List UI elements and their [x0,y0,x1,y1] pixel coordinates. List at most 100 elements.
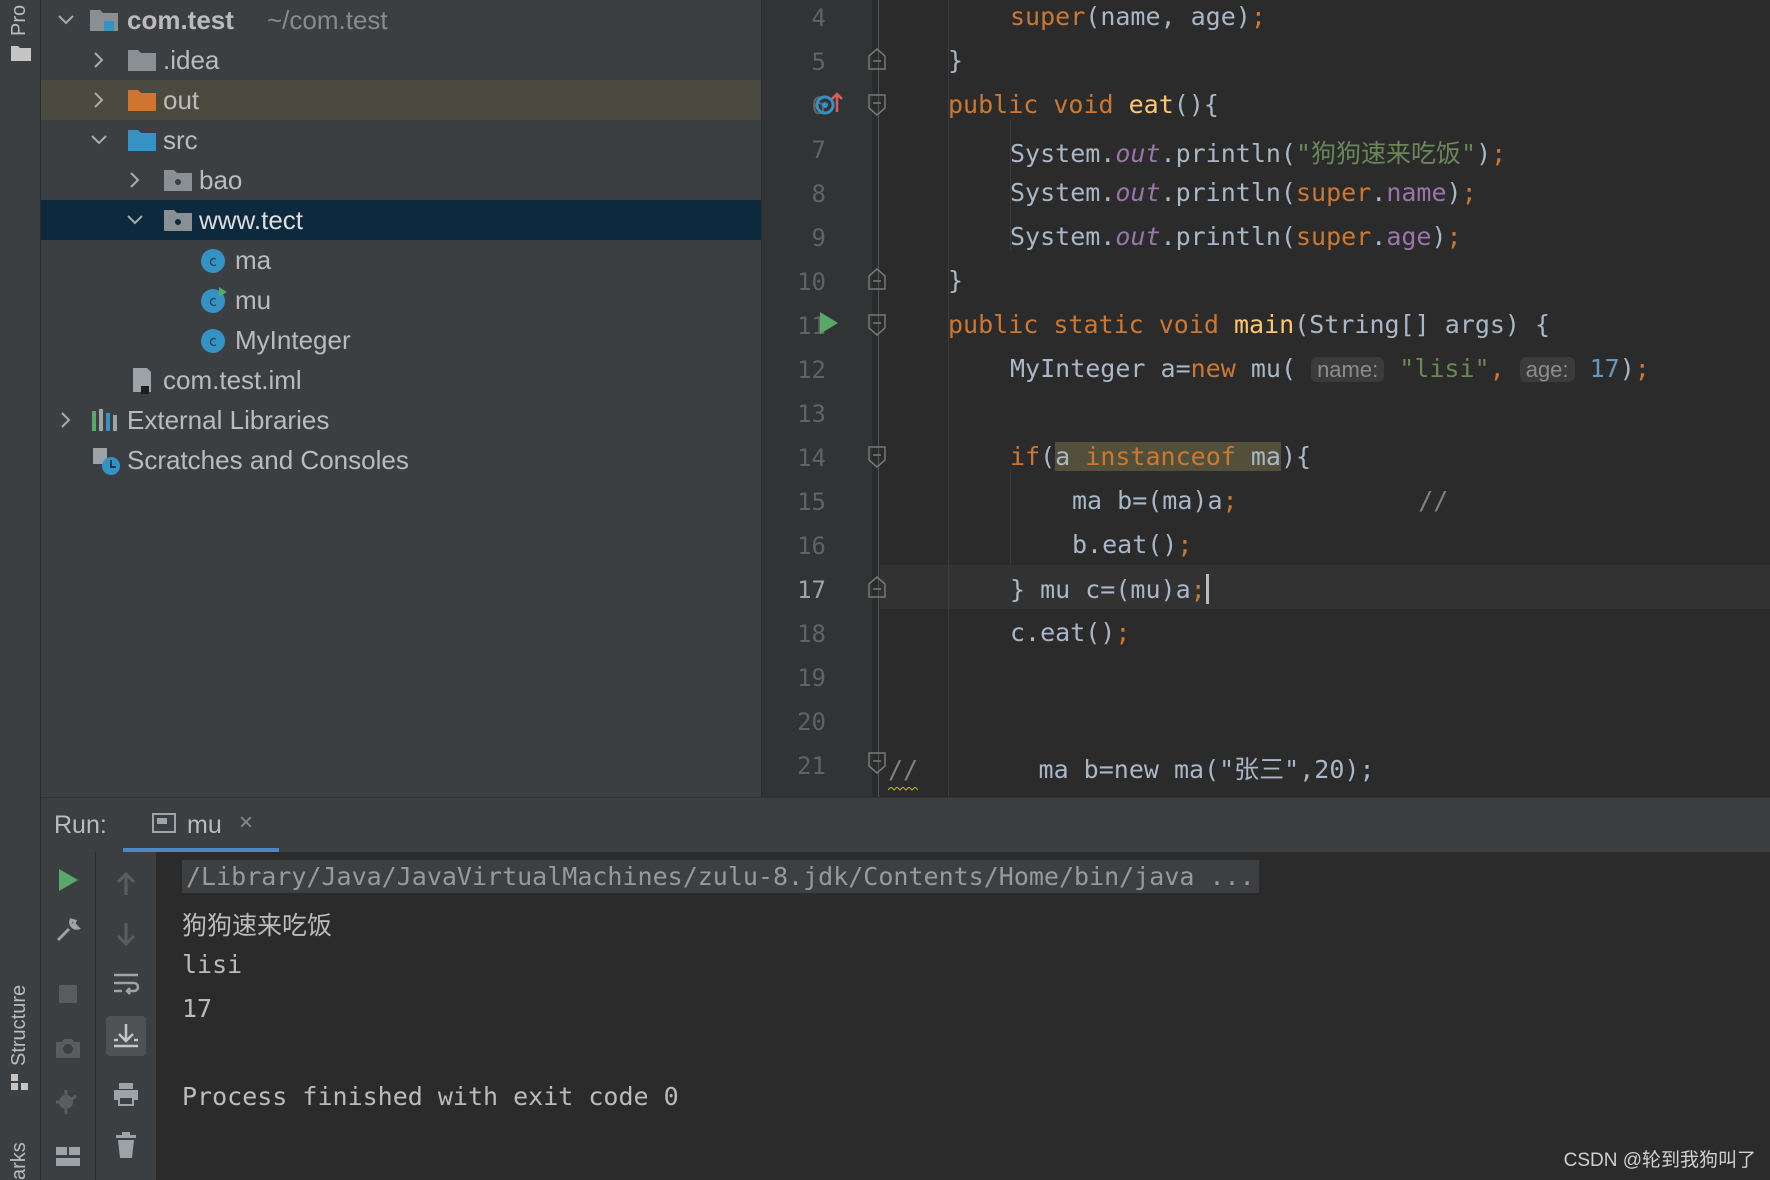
run-main-icon[interactable] [818,310,840,341]
code-line-4: super(name, age); [1010,2,1266,31]
tree-row-external-libraries[interactable]: External Libraries [41,400,761,440]
arrow-down-icon[interactable] [106,914,146,954]
line-number: 18 [797,620,826,648]
chevron-down-icon[interactable] [89,130,109,150]
run-label: Run: [54,811,107,839]
chevron-down-icon[interactable] [56,10,76,30]
line-number: 10 [797,268,826,296]
line-number: 9 [811,224,826,252]
run-tab-title: mu [187,811,222,839]
gutter-separator [878,0,879,797]
chevron-right-icon[interactable] [56,410,76,430]
structure-icon[interactable] [11,1074,31,1097]
folder-icon[interactable] [10,44,32,67]
wrench-icon[interactable] [48,910,88,950]
indent-guide [948,0,949,797]
tree-row-idea[interactable]: .idea [41,40,761,80]
override-method-icon[interactable] [814,90,844,125]
fold-marker-icon[interactable] [868,314,886,336]
tree-row-bao[interactable]: bao [41,160,761,200]
tree-label: mu [235,284,272,315]
tree-row-www-tect[interactable]: www.tect [41,200,761,240]
fold-marker-icon[interactable] [868,94,886,116]
stop-icon[interactable] [48,974,88,1014]
run-toolbar-primary [41,852,95,1180]
tree-label: MyInteger [235,324,351,355]
tree-row-myinteger[interactable]: c MyInteger [41,320,761,360]
line-number: 4 [811,4,826,32]
code-line-18: c.eat(); [1010,618,1131,647]
java-class-icon: c [199,327,229,353]
soft-wrap-icon[interactable] [106,964,146,1004]
line-number: 15 [797,488,826,516]
fold-marker-icon[interactable] [868,576,886,598]
chevron-down-icon[interactable] [125,210,145,230]
tree-row-iml[interactable]: com.test.iml [41,360,761,400]
code-line-12: MyInteger a=new mu( name: "lisi", age: 1… [1010,354,1650,383]
code-line-11: public static void main(String[] args) { [948,310,1551,339]
line-number: 20 [797,708,826,736]
tree-label: bao [199,164,243,195]
package-icon [163,167,193,193]
fold-marker-icon[interactable] [868,752,886,774]
console-line: lisi [182,950,243,979]
tree-row-src[interactable]: src [41,120,761,160]
svg-text:c: c [209,334,217,350]
scroll-to-end-icon[interactable] [106,1016,146,1056]
chevron-right-icon[interactable] [89,50,109,70]
excluded-folder-icon [127,87,157,113]
param-hint-age: age: [1519,357,1575,382]
package-icon [163,207,193,233]
source-folder-icon [127,127,157,153]
tree-label: External Libraries [127,404,330,435]
rerun-icon[interactable] [48,860,88,900]
line-number: 8 [811,180,826,208]
line-number: 5 [811,48,826,76]
console-line: 17 [182,994,213,1023]
fold-marker-icon[interactable] [868,268,886,290]
line-number: 13 [797,400,826,428]
camera-icon[interactable] [48,1028,88,1068]
fold-marker-icon[interactable] [868,48,886,70]
tree-label: ma [235,244,272,275]
fold-marker-icon[interactable] [868,446,886,468]
watermark: CSDN @轮到我狗叫了 [1563,1150,1756,1171]
print-icon[interactable] [106,1074,146,1114]
tree-row-scratches[interactable]: Scratches and Consoles [41,440,761,480]
project-tool-tab[interactable]: Pro [8,5,31,36]
layout-icon[interactable] [48,1136,88,1176]
tree-row-mu[interactable]: c mu [41,280,761,320]
code-line-16: b.eat(); [1072,530,1193,559]
code-line-15: ma b=(ma)a; // [1072,486,1449,515]
debug-settings-icon[interactable] [48,1082,88,1122]
line-number: 21 [797,752,826,780]
project-panel: com.test ~/com.test .idea out src bao ww… [41,0,761,797]
console-line: /Library/Java/JavaVirtualMachines/zulu-8… [182,860,1259,893]
console-output[interactable]: /Library/Java/JavaVirtualMachines/zulu-8… [157,852,1770,1180]
code-line-8: System.out.println(super.name); [1010,178,1477,207]
java-command-line[interactable]: /Library/Java/JavaVirtualMachines/zulu-8… [182,860,1259,893]
left-tool-stripe: Pro Structure arks [0,0,41,1180]
tree-row-out[interactable]: out [41,80,761,120]
chevron-right-icon[interactable] [125,170,145,190]
arrow-up-icon[interactable] [106,864,146,904]
console-line: Process finished with exit code 0 [182,1082,679,1111]
console-icon [151,812,177,841]
param-hint-name: name: [1311,357,1385,382]
tree-label: out [163,84,200,115]
tree-row-root[interactable]: com.test ~/com.test [41,0,761,40]
code-line-17: } mu c=(mu)a; [1010,574,1209,604]
tree-label: www.tect [199,204,304,235]
chevron-right-icon[interactable] [89,90,109,110]
line-number: 11 [797,312,826,340]
trash-icon[interactable] [106,1126,146,1166]
project-root-path: ~/com.test [267,4,388,35]
bookmarks-tool-tab[interactable]: arks [8,1142,31,1180]
tree-row-ma[interactable]: c ma [41,240,761,280]
code-editor[interactable]: 4 5 6 7 8 9 10 11 12 13 14 15 16 17 18 1… [762,0,1770,797]
svg-text:c: c [209,254,217,270]
close-icon[interactable]: × [239,809,253,837]
run-toolbar-secondary [96,852,157,1180]
structure-tool-tab[interactable]: Structure [8,985,31,1066]
library-icon [91,407,121,433]
